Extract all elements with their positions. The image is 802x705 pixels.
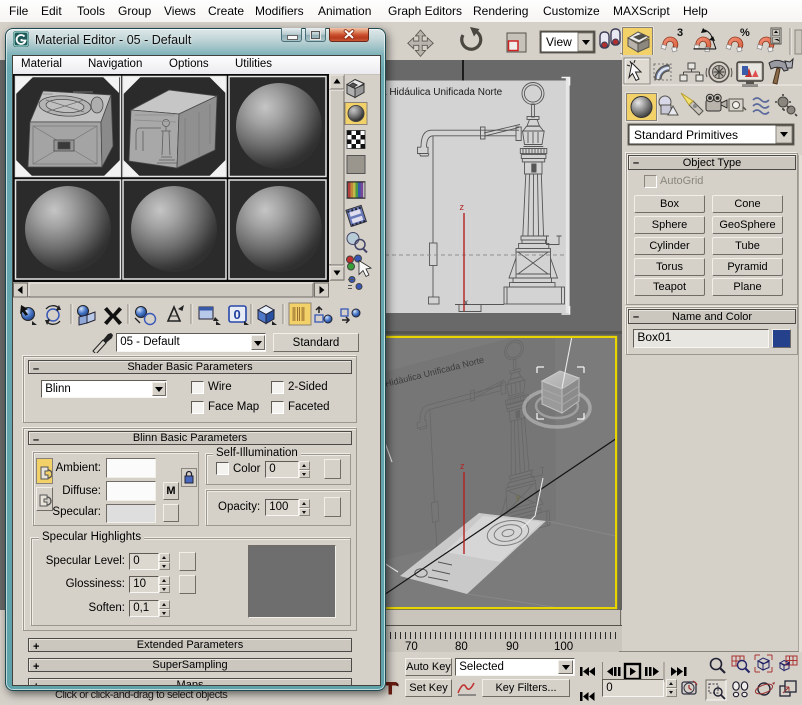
svg-text:View: View bbox=[546, 35, 572, 49]
svg-text:z: z bbox=[460, 461, 465, 471]
svg-text:100: 100 bbox=[554, 641, 573, 652]
svg-text:90: 90 bbox=[506, 641, 519, 652]
svg-text:z: z bbox=[460, 202, 465, 212]
svg-text:x: x bbox=[464, 298, 468, 307]
svg-text:3: 3 bbox=[677, 27, 683, 39]
svg-text:80: 80 bbox=[455, 641, 468, 652]
svg-text:70: 70 bbox=[405, 641, 418, 652]
svg-text:a Hidáulica Unificada Norte: a Hidáulica Unificada Norte bbox=[381, 87, 503, 98]
svg-text:Standard Primitives: Standard Primitives bbox=[634, 128, 738, 142]
svg-text:0: 0 bbox=[234, 307, 241, 322]
svg-text:%: % bbox=[740, 27, 750, 39]
svg-text:y: y bbox=[516, 493, 520, 502]
